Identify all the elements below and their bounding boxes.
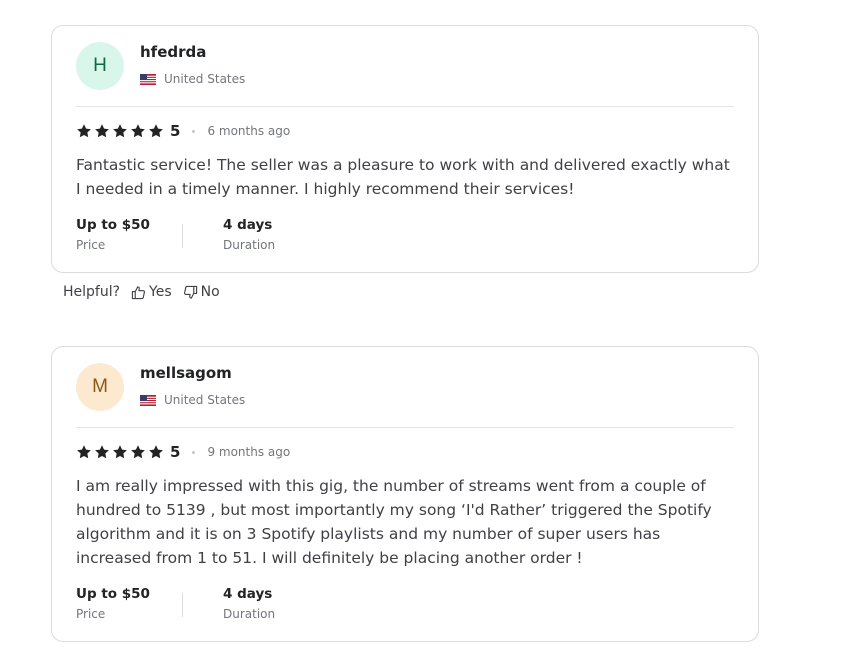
divider — [76, 106, 734, 107]
reviewer-country: United States — [140, 393, 245, 407]
star-icon — [131, 124, 145, 138]
star-rating — [76, 123, 166, 139]
duration-label: Duration — [223, 238, 276, 252]
duration-info: 4 days Duration — [223, 217, 275, 252]
rating-row: 5 6 months ago — [76, 122, 290, 140]
price-label: Price — [76, 607, 106, 621]
meta-divider — [182, 593, 183, 617]
helpful-no-button[interactable]: No — [183, 284, 220, 300]
us-flag-icon — [140, 394, 156, 406]
us-flag-icon — [140, 73, 156, 85]
price-label: Price — [76, 238, 106, 252]
review-text: I am really impressed with this gig, the… — [76, 477, 712, 567]
meta-divider — [182, 224, 183, 248]
star-icon — [95, 124, 109, 138]
avatar[interactable]: H — [76, 42, 124, 90]
thumbs-up-icon — [131, 285, 146, 299]
duration-value: 4 days — [223, 217, 273, 233]
review-text: Fantastic service! The seller was a plea… — [76, 156, 730, 198]
star-icon — [77, 124, 91, 138]
review-card: M mellsagom United States 5 9 months ago… — [51, 346, 759, 642]
review-card: H hfedrda United States 5 6 months ago F… — [51, 25, 759, 273]
country-name: United States — [164, 72, 246, 86]
helpful-label: Helpful? — [63, 284, 121, 300]
thumbs-down-icon — [183, 285, 197, 299]
star-icon — [149, 124, 163, 138]
country-name: United States — [164, 393, 246, 407]
rating-score: 5 — [170, 122, 181, 140]
avatar[interactable]: M — [76, 363, 124, 411]
duration-info: 4 days Duration — [223, 586, 275, 621]
star-rating — [76, 444, 166, 460]
separator-dot — [192, 450, 196, 454]
duration-label: Duration — [223, 607, 276, 621]
price-info: Up to $50 Price — [76, 586, 150, 621]
star-icon — [95, 445, 109, 459]
review-time: 9 months ago — [207, 445, 291, 459]
star-icon — [77, 445, 91, 459]
reviewer-username[interactable]: mellsagom — [140, 364, 232, 382]
star-icon — [131, 445, 145, 459]
reviewer-country: United States — [140, 72, 245, 86]
avatar-initial: H — [93, 55, 107, 76]
duration-value: 4 days — [223, 586, 273, 602]
reviewer-username[interactable]: hfedrda — [140, 43, 206, 61]
rating-row: 5 9 months ago — [76, 443, 290, 461]
helpful-no-label: No — [200, 284, 220, 300]
star-icon — [113, 124, 127, 138]
divider — [76, 427, 734, 428]
avatar-initial: M — [92, 376, 108, 397]
rating-score: 5 — [170, 443, 181, 461]
star-icon — [149, 445, 163, 459]
price-info: Up to $50 Price — [76, 217, 150, 252]
star-icon — [113, 445, 127, 459]
helpful-row: Helpful? Yes No — [63, 284, 220, 300]
helpful-yes-button[interactable]: Yes — [131, 284, 172, 300]
price-value: Up to $50 — [76, 217, 150, 233]
helpful-yes-label: Yes — [149, 284, 172, 300]
price-value: Up to $50 — [76, 586, 150, 602]
review-time: 6 months ago — [207, 124, 291, 138]
separator-dot — [192, 129, 196, 133]
